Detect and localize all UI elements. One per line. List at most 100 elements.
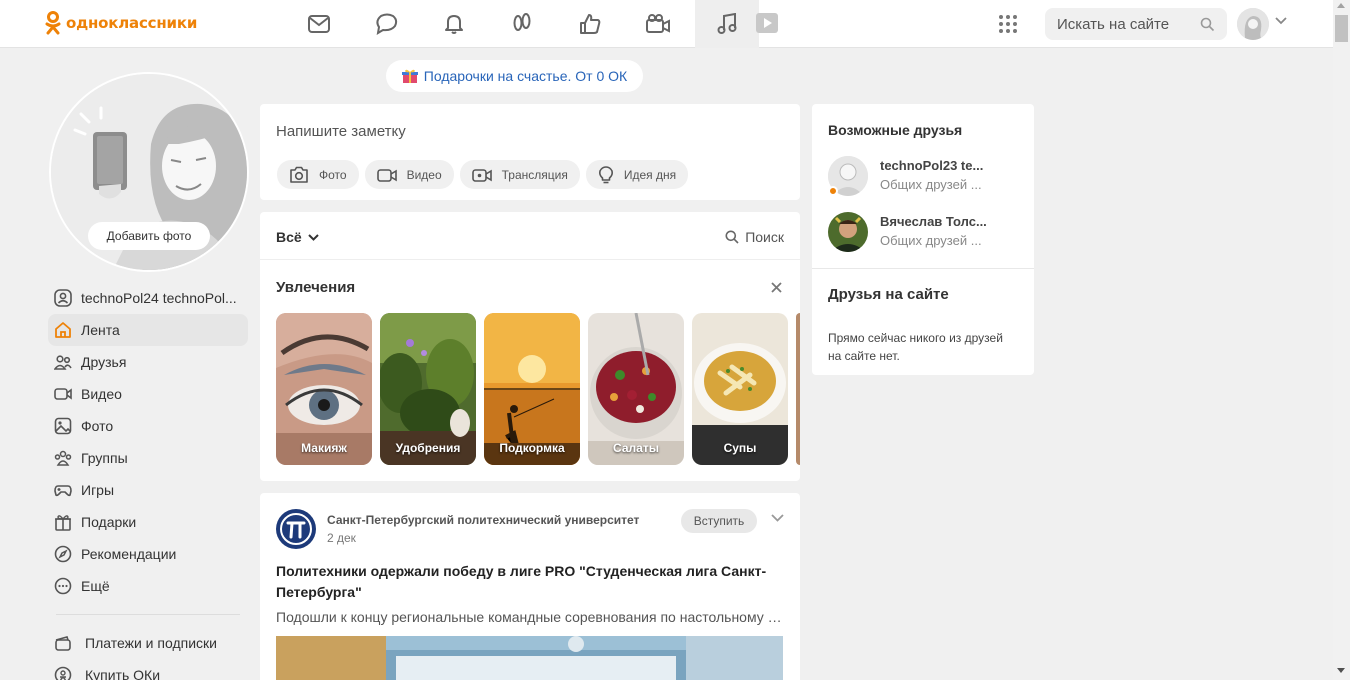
ok-coin-icon xyxy=(54,666,72,680)
note-button-label: Фото xyxy=(319,167,347,182)
chevron-down-icon[interactable] xyxy=(771,514,784,522)
scroll-up-arrow[interactable] xyxy=(1337,3,1345,8)
music-player-icon[interactable] xyxy=(756,13,778,33)
post-author[interactable]: Санкт-Петербургский политехнический унив… xyxy=(327,513,639,527)
sidebar-item-label: Фото xyxy=(81,418,114,434)
scroll-down-arrow[interactable] xyxy=(1337,668,1345,673)
feed-filter-label: Всё xyxy=(276,229,302,245)
sidebar-item-profile[interactable]: technoPol24 technoPol... xyxy=(48,282,248,314)
sidebar-item-feed[interactable]: Лента xyxy=(48,314,248,346)
note-idea-button[interactable]: Идея дня xyxy=(585,160,689,189)
sidebar-item-label: Лента xyxy=(81,322,120,338)
join-group-button[interactable]: Вступить xyxy=(681,509,757,533)
hobby-tile-fertilizers[interactable]: Удобрения xyxy=(380,313,476,465)
note-input[interactable]: Напишите заметку xyxy=(276,123,406,140)
hobby-tile-partial[interactable] xyxy=(796,313,800,465)
sidebar-item-video[interactable]: Видео xyxy=(48,378,248,410)
compass-icon xyxy=(54,545,72,563)
music-icon[interactable] xyxy=(695,0,759,48)
note-actions: Фото Видео Трансляция Идея дня xyxy=(277,160,689,189)
apps-grid-icon[interactable] xyxy=(998,14,1018,34)
photo-icon xyxy=(54,417,72,435)
logo-text: одноклассники xyxy=(66,14,198,32)
hobby-tile-soups[interactable]: Супы xyxy=(692,313,788,465)
sidebar-item-payments[interactable]: Платежи и подписки xyxy=(48,627,248,659)
online-indicator xyxy=(828,186,838,196)
video-icon xyxy=(54,388,72,400)
feed-search-label: Поиск xyxy=(745,229,784,245)
group-avatar[interactable] xyxy=(276,509,316,549)
hobby-label: Салаты xyxy=(613,441,659,455)
friend-suggestion[interactable]: technoPol23 te... Общих друзей ... xyxy=(828,156,1024,196)
chevron-down-icon[interactable] xyxy=(1275,17,1287,25)
write-note-card: Напишите заметку Фото Видео Трансляция И… xyxy=(260,104,800,200)
hobby-label: Супы xyxy=(723,441,757,455)
home-icon xyxy=(55,322,71,338)
hobby-tile-feeding[interactable]: Подкормка xyxy=(484,313,580,465)
sidebar-item-label: Игры xyxy=(81,482,115,498)
search-input[interactable]: Искать на сайте xyxy=(1057,16,1169,33)
sidebar-item-recommendations[interactable]: Рекомендации xyxy=(48,538,248,570)
feed-search-button[interactable]: Поиск xyxy=(725,229,784,245)
hobby-tile-makeup[interactable]: Макияж xyxy=(276,313,372,465)
sidebar-item-games[interactable]: Игры xyxy=(48,474,248,506)
post-image[interactable] xyxy=(276,636,783,680)
marks-icon[interactable] xyxy=(558,0,622,48)
sidebar-item-label: Друзья xyxy=(81,354,127,370)
note-video-button[interactable]: Видео xyxy=(364,160,454,189)
user-icon xyxy=(54,289,72,307)
scroll-thumb[interactable] xyxy=(1335,15,1348,42)
wallet-icon xyxy=(55,636,71,651)
sidebar-item-label: Подарки xyxy=(81,514,137,530)
friend-suggestion[interactable]: Вячеслав Толс... Общих друзей ... xyxy=(828,212,1024,252)
gift-icon xyxy=(401,69,418,83)
sidebar-item-more[interactable]: Ещё xyxy=(48,570,248,602)
friend-mutual: Общих друзей ... xyxy=(880,233,982,248)
search-icon xyxy=(725,230,739,244)
friends-online-empty: Прямо сейчас никого из друзей на сайте н… xyxy=(828,331,1003,363)
sidebar-item-photo[interactable]: Фото xyxy=(48,410,248,442)
close-icon[interactable] xyxy=(771,282,782,293)
feed-post: Санкт-Петербургский политехнический унив… xyxy=(260,493,800,680)
groups-icon xyxy=(54,450,72,466)
friend-name[interactable]: Вячеслав Толс... xyxy=(880,214,987,229)
hobby-label: Подкормка xyxy=(499,441,565,455)
sidebar-item-buy-ok[interactable]: Купить ОКи xyxy=(48,659,248,680)
gifts-promo-text: Подарочки на счастье. От 0 ОК xyxy=(423,68,628,84)
add-photo-button[interactable]: Добавить фото xyxy=(88,222,210,250)
chevron-down-icon xyxy=(307,233,319,241)
scrollbar[interactable] xyxy=(1333,0,1350,680)
post-date[interactable]: 2 дек xyxy=(327,531,356,545)
sidebar-item-label: Видео xyxy=(81,386,122,402)
feed-filter-dropdown[interactable]: Всё xyxy=(276,229,319,245)
search-icon xyxy=(1200,17,1215,31)
friend-name[interactable]: technoPol23 te... xyxy=(880,158,983,173)
camera-icon xyxy=(290,166,308,183)
user-avatar[interactable] xyxy=(1237,8,1269,40)
gifts-promo[interactable]: Подарочки на счастье. От 0 ОК xyxy=(386,60,643,92)
sidebar-item-gifts[interactable]: Подарки xyxy=(48,506,248,538)
friend-avatar[interactable] xyxy=(828,212,868,252)
discussions-icon[interactable] xyxy=(355,0,419,48)
polytech-logo-icon xyxy=(277,510,315,548)
sidebar-divider xyxy=(56,614,240,615)
note-stream-button[interactable]: Трансляция xyxy=(459,160,580,189)
guests-icon[interactable] xyxy=(490,0,554,48)
site-search[interactable]: Искать на сайте xyxy=(1045,8,1227,40)
hobby-tile-salads[interactable]: Салаты xyxy=(588,313,684,465)
post-text[interactable]: Подошли к концу региональные командные с… xyxy=(276,609,786,625)
friends-online-title: Друзья на сайте xyxy=(828,286,949,303)
gift-icon xyxy=(55,515,71,531)
notifications-icon[interactable] xyxy=(422,0,486,48)
sidebar-item-label: technoPol24 technoPol... xyxy=(81,290,237,306)
messages-icon[interactable] xyxy=(287,0,351,48)
note-photo-button[interactable]: Фото xyxy=(277,160,359,189)
sidebar-item-groups[interactable]: Группы xyxy=(48,442,248,474)
sidebar-item-friends[interactable]: Друзья xyxy=(48,346,248,378)
ok-logo[interactable]: одноклассники xyxy=(44,10,197,36)
video-camera-icon[interactable] xyxy=(626,0,690,48)
possible-friends-title: Возможные друзья xyxy=(828,122,963,138)
post-title[interactable]: Политехники одержали победу в лиге PRO "… xyxy=(276,561,786,603)
note-button-label: Трансляция xyxy=(501,167,568,182)
hobby-label: Удобрения xyxy=(395,441,461,455)
